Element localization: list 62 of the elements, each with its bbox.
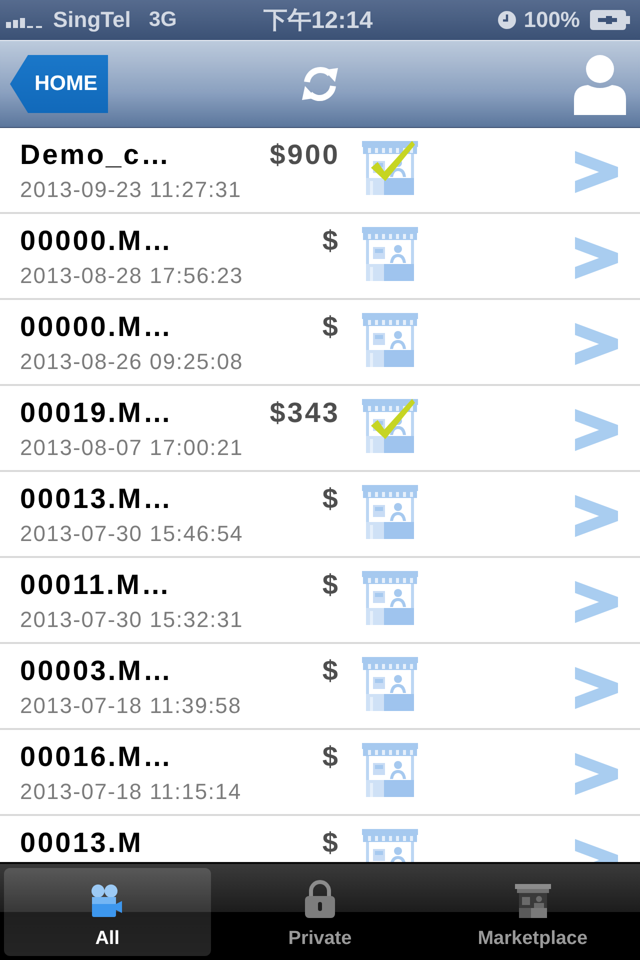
list-row[interactable]: 00000.M… 2013-08-28 17:56:23 $ bbox=[0, 214, 640, 300]
status-time: 下午12:14 bbox=[263, 6, 373, 36]
item-date: 2013-08-28 17:56:23 bbox=[20, 263, 244, 289]
chevron-right-icon bbox=[575, 323, 618, 365]
market-stall-icon bbox=[362, 657, 418, 711]
list-row[interactable]: 00013.M… 2013-07-30 15:46:54 $ bbox=[0, 472, 640, 558]
item-title: 00019.M… bbox=[20, 399, 173, 427]
padlock-icon bbox=[304, 880, 335, 918]
item-price: $ bbox=[322, 485, 340, 513]
item-price: $900 bbox=[270, 141, 340, 169]
item-title: 00003.M… bbox=[20, 657, 173, 685]
chevron-right-icon bbox=[575, 151, 618, 193]
list-row[interactable]: 00019.M… 2013-08-07 17:00:21 $343 bbox=[0, 386, 640, 472]
battery-percent: 100% bbox=[524, 7, 580, 33]
item-title: 00000.M… bbox=[20, 227, 173, 255]
item-price: $343 bbox=[270, 399, 340, 427]
market-stall-icon bbox=[362, 313, 418, 367]
list-row[interactable]: 00016.M… 2013-07-18 11:15:14 $ bbox=[0, 730, 640, 816]
item-price: $ bbox=[322, 829, 340, 857]
chevron-right-icon bbox=[575, 495, 618, 537]
chevron-right-icon bbox=[575, 753, 618, 795]
item-date: 2013-07-18 11:15:14 bbox=[20, 779, 242, 805]
person-icon[interactable] bbox=[574, 55, 626, 115]
item-date: 2013-07-30 15:32:31 bbox=[20, 607, 244, 633]
item-date: 2013-07-30 15:46:54 bbox=[20, 521, 244, 547]
market-stall-icon bbox=[362, 743, 418, 797]
item-title: 00000.M… bbox=[20, 313, 173, 341]
market-stall-icon bbox=[362, 227, 418, 281]
item-date: 2013-08-07 17:00:21 bbox=[20, 435, 244, 461]
tab[interactable]: All bbox=[4, 868, 211, 956]
clock-icon bbox=[498, 11, 516, 29]
chevron-right-icon bbox=[575, 581, 618, 623]
network-type: 3G bbox=[148, 8, 177, 32]
market-stall-icon bbox=[514, 884, 551, 918]
refresh-icon[interactable] bbox=[300, 64, 340, 104]
item-title: 00011.M… bbox=[20, 571, 172, 599]
item-title: 00013.M… bbox=[20, 485, 173, 513]
item-price: $ bbox=[322, 743, 340, 771]
item-price: $ bbox=[322, 313, 340, 341]
battery-icon bbox=[590, 10, 630, 30]
market-stall-icon bbox=[362, 485, 418, 539]
list-row[interactable]: 00011.M… 2013-07-30 15:32:31 $ bbox=[0, 558, 640, 644]
item-title: 00013.M bbox=[20, 829, 143, 857]
item-date: 2013-09-23 11:27:31 bbox=[20, 177, 242, 203]
item-price: $ bbox=[322, 657, 340, 685]
chevron-right-icon bbox=[575, 409, 618, 451]
carrier-name: SingTel bbox=[53, 7, 131, 33]
item-date: 2013-08-26 09:25:08 bbox=[20, 349, 244, 375]
item-price: $ bbox=[322, 227, 340, 255]
item-date: 2013-07-18 11:39:58 bbox=[20, 693, 242, 719]
list-row[interactable]: Demo_c… 2013-09-23 11:27:31 $900 bbox=[0, 128, 640, 214]
tab[interactable]: Marketplace bbox=[429, 868, 636, 956]
chevron-right-icon bbox=[575, 237, 618, 279]
list-row[interactable]: 00000.M… 2013-08-26 09:25:08 $ bbox=[0, 300, 640, 386]
item-price: $ bbox=[322, 571, 340, 599]
list-row[interactable]: 00003.M… 2013-07-18 11:39:58 $ bbox=[0, 644, 640, 730]
item-title: Demo_c… bbox=[20, 141, 171, 169]
home-button[interactable]: HOME bbox=[10, 55, 108, 113]
tab[interactable]: Private bbox=[216, 868, 424, 956]
market-stall-icon bbox=[362, 571, 418, 625]
chevron-right-icon bbox=[575, 667, 618, 709]
item-title: 00016.M… bbox=[20, 743, 173, 771]
